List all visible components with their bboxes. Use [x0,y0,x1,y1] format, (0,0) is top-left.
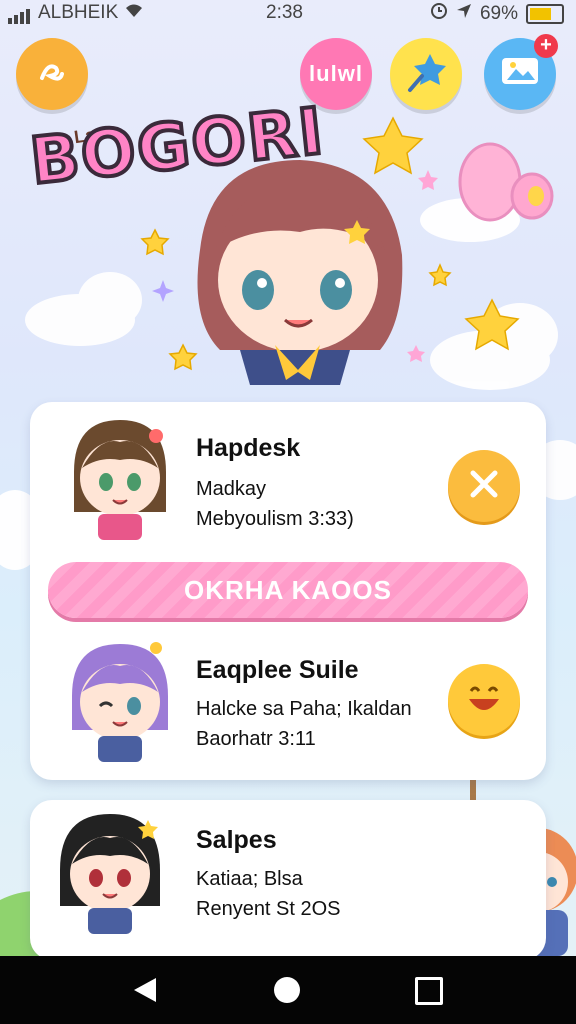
signal-icon [8,2,32,24]
list-item[interactable]: Eaqplee Suile Halcke sa Paha; Ikaldan Ba… [30,634,546,774]
home-icon[interactable] [274,977,300,1003]
back-icon[interactable] [134,978,156,1002]
add-badge-icon: + [534,34,558,58]
list-item-title: Salpes [196,826,277,854]
carrier-name: ALBHEIK [38,2,119,23]
wifi-icon [124,2,144,24]
list-item-detail: Renyent St 2OS [196,898,341,920]
avatar [74,420,166,540]
list-item-subtitle: Halcke sa Paha; Ikaldan [196,698,412,720]
list-item-detail: Baorhatr 3:11 [196,728,316,750]
avatar [60,814,160,934]
doodle-icon [32,52,72,97]
battery-icon [526,4,564,24]
close-icon [467,467,501,506]
list-item-title: Hapdesk [196,434,301,462]
smile-emoji-icon [459,673,509,728]
battery-percent: 69% [479,3,518,24]
react-button[interactable] [448,664,520,736]
friend-list-card-2: Salpes Katiaa; Blsa Renyent St 2OS [30,800,546,960]
avatar [72,642,168,762]
primary-action-label: OKRHA KAOOS [184,574,392,605]
doodle-button[interactable] [16,38,88,110]
gallery-button[interactable]: + [484,34,558,110]
list-item[interactable]: Salpes Katiaa; Blsa Renyent St 2OS [30,806,546,946]
recent-apps-icon[interactable] [415,977,443,1005]
star-wand-icon [404,50,448,99]
remove-button[interactable] [448,450,520,522]
list-item-subtitle: Madkay [196,478,267,500]
pink-button-label: lulwl [309,61,363,86]
list-item-title: Eaqplee Suile [196,656,359,684]
list-item[interactable]: Hapdesk Madkay Mebyoulism 3:33) [30,412,546,552]
list-item-subtitle: Katiaa; Blsa [196,868,303,890]
friend-list-card: Hapdesk Madkay Mebyoulism 3:33) OKRHA KA… [30,402,546,780]
primary-action-button[interactable]: OKRHA KAOOS [48,562,528,618]
alarm-icon [430,2,448,26]
list-item-detail: Mebyoulism 3:33) [196,508,354,530]
system-nav-bar [0,956,576,1024]
clock: 2:38 [266,2,303,23]
location-icon [456,3,472,25]
magic-button[interactable] [390,38,462,110]
status-bar: ALBHEIK 2:38 69% [0,0,576,26]
gallery-icon [499,54,541,95]
